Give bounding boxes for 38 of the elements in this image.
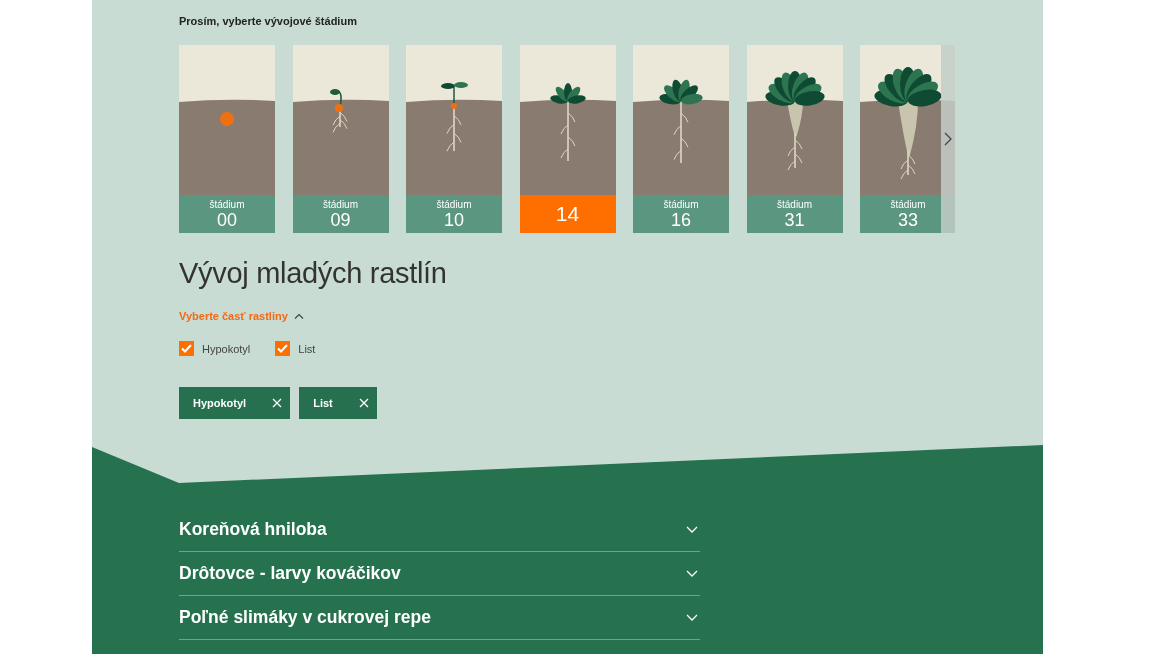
filter-chip[interactable]: List bbox=[299, 387, 377, 419]
stage-number: 31 bbox=[784, 209, 805, 230]
stage-label: štádium bbox=[323, 198, 358, 210]
stage-number: 16 bbox=[671, 209, 691, 230]
checkbox[interactable] bbox=[275, 341, 291, 356]
stage-label: štádium bbox=[777, 198, 812, 210]
filter-chip[interactable]: Hypokotyl bbox=[179, 387, 291, 419]
close-icon bbox=[272, 398, 283, 408]
close-icon bbox=[358, 398, 369, 408]
checkbox-label: Hypokotyl bbox=[202, 342, 251, 355]
stage-card[interactable]: 14 bbox=[519, 45, 616, 233]
stage-card[interactable]: štádium 10 bbox=[406, 45, 502, 233]
chevron-down-icon bbox=[686, 570, 698, 577]
stage-label: štádium bbox=[209, 198, 245, 210]
chevron-up-icon bbox=[293, 313, 304, 319]
stage-number: 09 bbox=[330, 209, 351, 230]
stage-label: štádium bbox=[436, 198, 472, 210]
checkbox[interactable] bbox=[179, 341, 194, 356]
stage-number: 00 bbox=[217, 209, 237, 230]
stage-label: štádium bbox=[890, 198, 926, 210]
page-title: Vývoj mladých rastlín bbox=[179, 257, 448, 290]
chevron-down-icon bbox=[686, 526, 698, 533]
part-dropdown[interactable]: Vyberte časť rastliny bbox=[179, 310, 1043, 322]
stage-label: štádium bbox=[663, 198, 699, 210]
section-heading: Prosím, vyberte vývojové štádium bbox=[179, 15, 358, 27]
accordion-item[interactable]: Drôtovce - larvy kováčikov bbox=[179, 552, 700, 596]
stage-card[interactable]: štádium 09 bbox=[292, 45, 389, 233]
stage-card[interactable]: štádium 31 bbox=[746, 45, 843, 233]
accordion-item[interactable]: Poľné slimáky v cukrovej repe bbox=[179, 596, 700, 640]
stage-number: 33 bbox=[898, 209, 918, 230]
stage-number: 14 bbox=[555, 204, 580, 224]
stage-card[interactable]: štádium 16 bbox=[633, 45, 729, 233]
chevron-right-icon bbox=[944, 132, 952, 146]
checkbox-label: List bbox=[298, 342, 316, 355]
stage-card[interactable]: štádium 00 bbox=[179, 45, 275, 233]
stage-number: 10 bbox=[444, 209, 464, 230]
chevron-down-icon bbox=[686, 614, 698, 621]
accordion-item[interactable]: Koreňová hniloba bbox=[179, 508, 700, 552]
